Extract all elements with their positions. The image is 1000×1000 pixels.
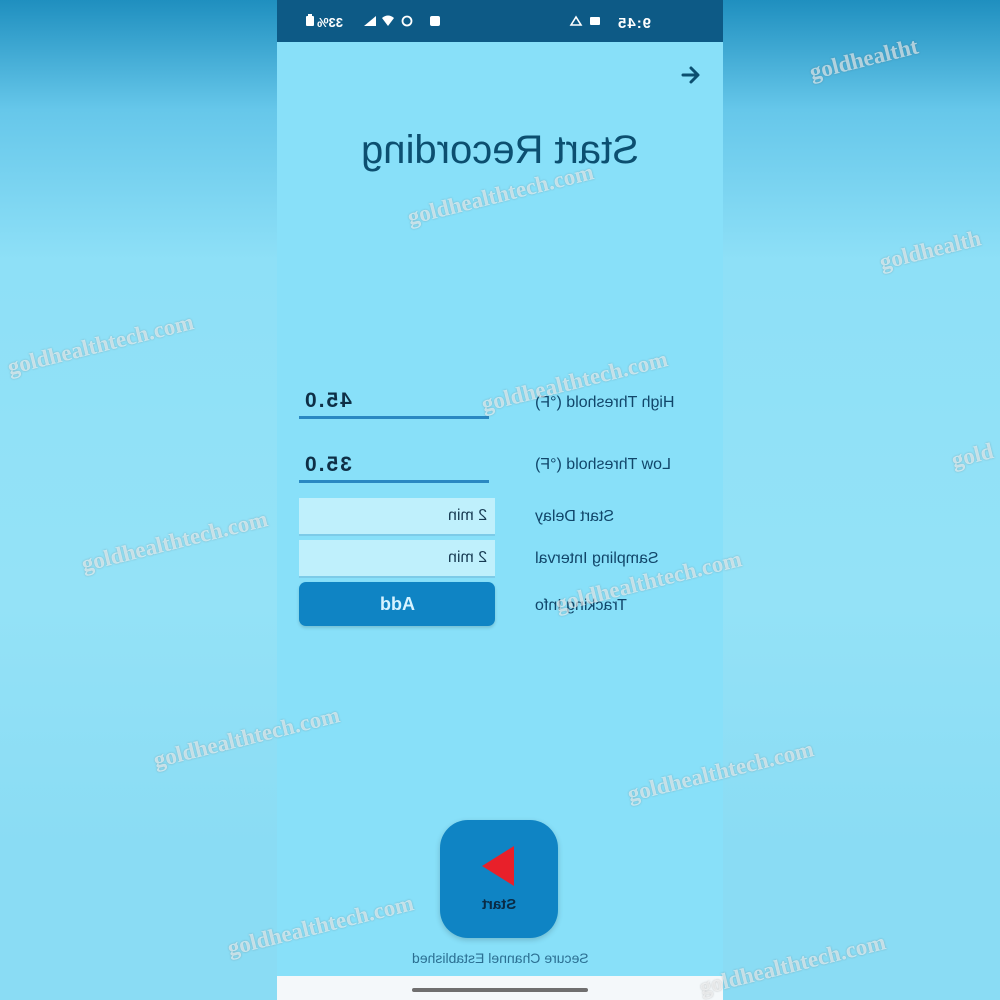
notification-icon — [589, 14, 601, 26]
play-icon — [478, 842, 518, 890]
connection-status-text: Secure Channel Established — [277, 950, 723, 966]
start-button-label: Start — [481, 896, 517, 913]
sampling-interval-value: 2 min — [447, 549, 487, 566]
high-threshold-label-text: High Threshold (°F) — [535, 394, 675, 411]
battery-icon — [305, 14, 317, 26]
watermark-text: goldhealthtech.com — [4, 309, 197, 380]
low-threshold-input[interactable]: 35.0 — [299, 450, 489, 483]
start-button[interactable]: Start — [440, 820, 558, 938]
back-arrow-icon[interactable] — [677, 62, 703, 88]
phone-screen: 9:45 33% Start Recording 45.0 High Thres… — [277, 0, 723, 1000]
cloud-icon — [569, 14, 583, 26]
low-threshold-value: 35.0 — [303, 453, 352, 476]
signal-icon — [363, 14, 376, 26]
low-threshold-label: Low Threshold (°F) — [535, 456, 705, 474]
watermark-text: goldhealtht — [806, 33, 921, 85]
high-threshold-label: High Threshold (°F) — [535, 394, 705, 412]
battery-level: 33% — [317, 15, 344, 30]
home-indicator[interactable] — [412, 988, 588, 992]
start-delay-value: 2 min — [447, 507, 487, 524]
watermark-text: gold — [948, 438, 996, 473]
screenshot-canvas: 9:45 33% Start Recording 45.0 High Thres… — [0, 0, 1000, 1000]
watermark-text: goldhealth — [876, 225, 984, 275]
connection-status-label: Secure Channel Established — [411, 950, 589, 966]
watermark-text: goldhealthtech.com — [696, 929, 889, 1000]
watermark-text: goldhealthtech.com — [78, 506, 271, 577]
tracking-info-label-text: Tracking Info — [535, 597, 627, 614]
high-threshold-input[interactable]: 45.0 — [299, 386, 489, 419]
wifi-icon — [381, 14, 394, 26]
start-delay-label: Start Delay — [535, 508, 705, 526]
sampling-interval-label: Sampling Interval — [535, 550, 705, 568]
low-threshold-label-text: Low Threshold (°F) — [535, 456, 671, 473]
tracking-info-label: Tracking Info — [535, 597, 705, 615]
status-bar: 9:45 33% — [277, 0, 723, 42]
message-icon — [429, 14, 441, 26]
page-title: Start Recording — [361, 128, 639, 172]
start-delay-label-text: Start Delay — [535, 508, 615, 525]
add-button-label: Add — [379, 594, 415, 614]
gesture-nav-bar — [277, 976, 723, 1000]
high-threshold-value: 45.0 — [303, 389, 352, 412]
start-button-label-wrap: Start — [440, 896, 558, 913]
sampling-interval-select[interactable]: 2 min — [299, 540, 495, 578]
sync-icon — [401, 14, 413, 27]
start-delay-select[interactable]: 2 min — [299, 498, 495, 536]
sampling-interval-label-text: Sampling Interval — [535, 550, 659, 567]
status-time: 9:45 — [616, 15, 651, 32]
add-tracking-info-button[interactable]: Add — [299, 582, 495, 626]
